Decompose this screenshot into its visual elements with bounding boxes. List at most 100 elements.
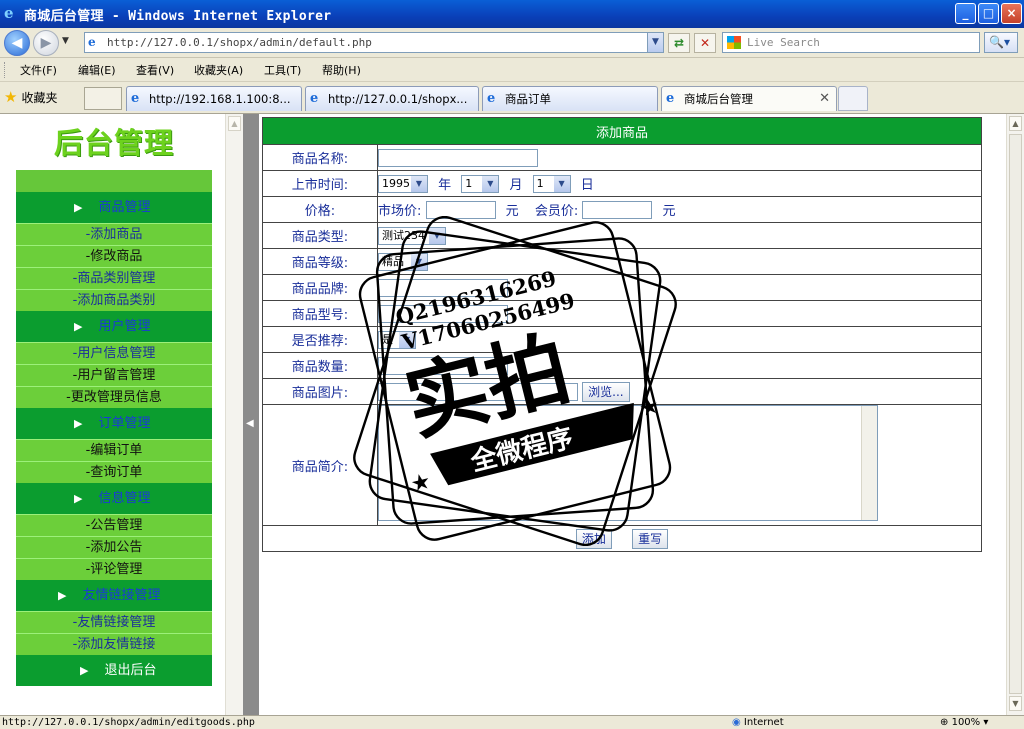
submit-button[interactable]: 添加 — [575, 528, 612, 549]
search-input[interactable]: Live Search — [722, 32, 980, 53]
day-select[interactable]: 1 ▼ — [532, 174, 571, 193]
address-dropdown-icon[interactable]: ▼ — [647, 33, 663, 52]
goods-grade-select[interactable]: 精品 ▼ — [378, 252, 428, 271]
address-toolbar: ◀ ▶ ▼ e http://127.0.0.1/shopx/admin/def… — [0, 28, 1024, 58]
nav-add-link[interactable]: -添加友情链接 — [16, 633, 212, 655]
brand-input[interactable] — [378, 278, 508, 297]
address-bar[interactable]: e http://127.0.0.1/shopx/admin/default.p… — [84, 32, 664, 53]
scroll-up-icon[interactable]: ▲ — [1009, 116, 1022, 131]
nav-admin-info[interactable]: -更改管理员信息 — [16, 386, 212, 408]
quick-tabs-button[interactable] — [84, 87, 122, 110]
chevron-down-icon: ▼ — [399, 331, 415, 348]
main-scrollbar[interactable]: ▲ ▼ — [1006, 114, 1024, 715]
month-select[interactable]: 1 ▼ — [461, 174, 500, 193]
favorites-button[interactable]: ★ 收藏夹 — [4, 88, 57, 106]
year-select[interactable]: 1995 ▼ — [378, 174, 428, 193]
member-price-input[interactable] — [582, 200, 653, 219]
new-tab-button[interactable] — [838, 86, 868, 111]
menu-tools[interactable]: 工具(T) — [264, 62, 301, 78]
model-input[interactable] — [378, 304, 508, 323]
section-users[interactable]: ▶ 用户管理 — [16, 311, 212, 342]
nav-add-notice[interactable]: -添加公告 — [16, 536, 212, 558]
tab-4-active[interactable]: e 商城后台管理 ✕ — [661, 86, 837, 111]
minimize-button[interactable]: _ — [955, 3, 976, 24]
menu-edit[interactable]: 编辑(E) — [78, 62, 116, 78]
recent-pages-dropdown-icon[interactable]: ▼ — [62, 36, 69, 46]
ie-tab-icon: e — [310, 91, 319, 106]
search-placeholder: Live Search — [747, 36, 820, 49]
browse-button[interactable]: 浏览... — [582, 381, 630, 402]
quantity-label: 商品数量: — [262, 352, 378, 379]
menu-bar: 文件(F) 编辑(E) 查看(V) 收藏夹(A) 工具(T) 帮助(H) — [0, 58, 1024, 82]
menu-file[interactable]: 文件(F) — [20, 62, 57, 78]
zoom-control[interactable]: ⊕ 100% ▾ — [940, 717, 988, 728]
image-path-input[interactable] — [378, 383, 578, 401]
close-tab-icon[interactable]: ✕ — [819, 87, 830, 111]
reset-button[interactable]: 重写 — [632, 528, 669, 549]
refresh-button[interactable]: ⇄ — [668, 33, 690, 53]
section-links[interactable]: ▶ 友情链接管理 — [16, 580, 212, 611]
menu-help[interactable]: 帮助(H) — [322, 62, 361, 78]
goods-type-select[interactable]: 测试234 ▼ — [378, 226, 446, 245]
scroll-thumb[interactable] — [1009, 134, 1022, 694]
market-price-unit: 元 — [505, 204, 519, 219]
tab-label: http://192.168.1.100:8... — [149, 92, 291, 106]
grade-value: 精品 — [382, 254, 404, 268]
nav-user-info[interactable]: -用户信息管理 — [16, 342, 212, 364]
tab-3[interactable]: e 商品订单 — [482, 86, 658, 111]
chevron-down-icon: ▼ — [553, 175, 570, 192]
status-url: http://127.0.0.1/shopx/admin/editgoods.p… — [2, 717, 255, 728]
nav-add-goods[interactable]: -添加商品 — [16, 223, 212, 245]
recommend-select[interactable]: 是 ▼ — [378, 330, 416, 349]
chevron-down-icon: ▼ — [482, 175, 499, 192]
search-button[interactable]: 🔍▾ — [984, 32, 1018, 53]
intro-textarea[interactable] — [378, 405, 878, 521]
maximize-button[interactable]: □ — [978, 3, 999, 24]
nav-links-manage[interactable]: -友情链接管理 — [16, 611, 212, 633]
menu-view[interactable]: 查看(V) — [136, 62, 174, 78]
back-button[interactable]: ◀ — [4, 30, 30, 56]
section-title: 信息管理 — [98, 491, 151, 506]
nav-edit-goods[interactable]: -修改商品 — [16, 245, 212, 267]
main-frame: 添加商品 商品名称: 上市时间: 1995 ▼ 年 1 ▼ 月 1 ▼ 日 价格: — [259, 114, 1006, 715]
left-frame: 后台管理 ▶ 商品管理 -添加商品 -修改商品 -商品类别管理 -添加商品类别 ▶… — [0, 114, 225, 715]
form-actions: 添加 重写 — [262, 525, 982, 552]
nav-user-messages[interactable]: -用户留言管理 — [16, 364, 212, 386]
tab-bar: ★ 收藏夹 e http://192.168.1.100:8... e http://… — [0, 82, 1024, 114]
section-info[interactable]: ▶ 信息管理 — [16, 483, 212, 514]
tab-label: 商城后台管理 — [684, 92, 753, 106]
toolbar-grip — [4, 62, 7, 78]
nav-comments[interactable]: -评论管理 — [16, 558, 212, 580]
zoom-level: 100% — [951, 717, 981, 728]
section-logout[interactable]: ▶ 退出后台 — [16, 655, 212, 686]
section-title: 商品管理 — [98, 200, 151, 215]
nav-goods-category[interactable]: -商品类别管理 — [16, 267, 212, 289]
tab-1[interactable]: e http://192.168.1.100:8... — [126, 86, 302, 111]
left-frame-scrollbar[interactable]: ▲ — [225, 114, 243, 715]
nav-notices[interactable]: -公告管理 — [16, 514, 212, 536]
tab-2[interactable]: e http://127.0.0.1/shopx... — [305, 86, 479, 111]
nav-edit-orders[interactable]: -编辑订单 — [16, 439, 212, 461]
market-price-input[interactable] — [425, 200, 496, 219]
scroll-down-icon[interactable]: ▼ — [1009, 696, 1022, 711]
price-label: 价格: — [262, 196, 378, 223]
forward-button[interactable]: ▶ — [33, 30, 59, 56]
textarea-scrollbar[interactable] — [861, 406, 877, 520]
nav-query-orders[interactable]: -查询订单 — [16, 461, 212, 483]
member-price-label: 会员价: — [534, 204, 579, 219]
section-orders[interactable]: ▶ 订单管理 — [16, 408, 212, 439]
month-unit: 月 — [509, 178, 523, 193]
close-window-button[interactable]: × — [1001, 3, 1022, 24]
goods-name-input[interactable] — [378, 148, 538, 167]
address-url[interactable]: http://127.0.0.1/shopx/admin/default.php — [107, 36, 372, 49]
collapse-left-icon[interactable]: ◀ — [246, 418, 254, 429]
nav-add-goods-category[interactable]: -添加商品类别 — [16, 289, 212, 311]
section-goods[interactable]: ▶ 商品管理 — [16, 192, 212, 223]
stop-button[interactable]: ✕ — [694, 33, 716, 53]
scroll-up-icon[interactable]: ▲ — [228, 116, 241, 131]
frame-toggle-bar[interactable]: ◀ — [243, 114, 259, 715]
menu-favorites[interactable]: 收藏夹(A) — [194, 62, 243, 78]
window-title: 商城后台管理 - Windows Internet Explorer — [24, 9, 332, 24]
quantity-input[interactable] — [378, 356, 508, 375]
day-value: 1 — [536, 176, 544, 190]
